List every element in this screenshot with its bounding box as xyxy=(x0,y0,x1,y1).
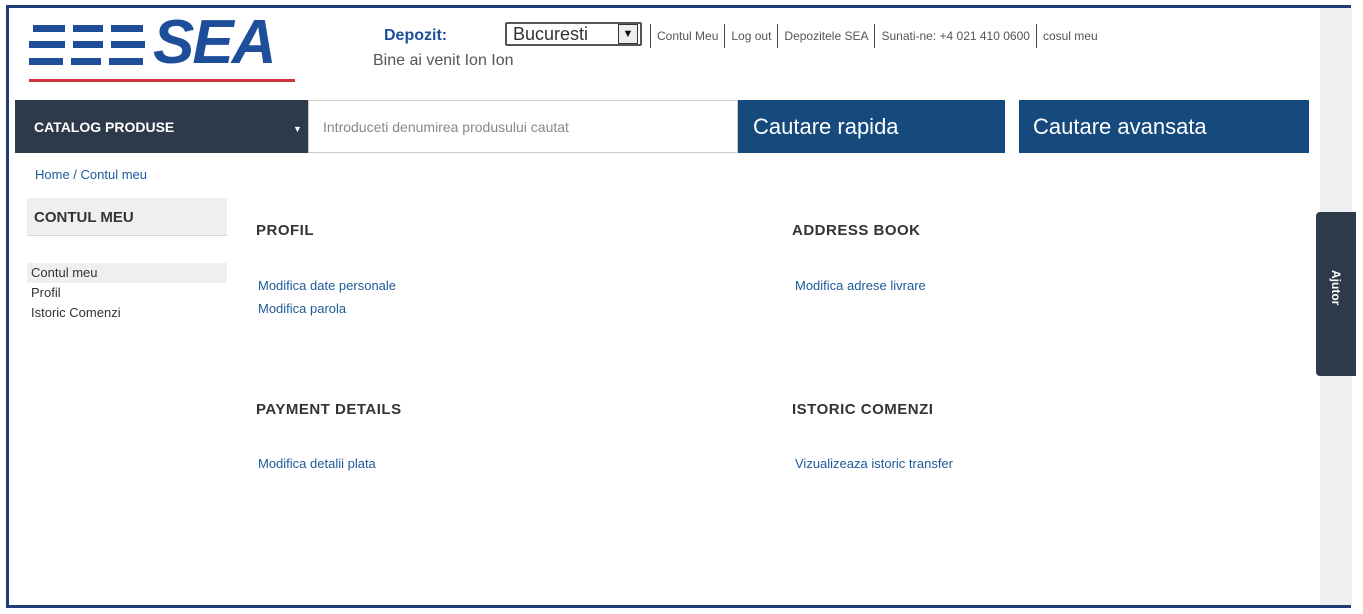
depozit-select-value: Bucuresti xyxy=(513,23,589,44)
sidebar-title: CONTUL MEU xyxy=(27,198,227,236)
sidebar-item-contul-meu[interactable]: Contul meu xyxy=(27,263,227,283)
logo-bar xyxy=(73,25,103,32)
breadcrumb-home[interactable]: Home xyxy=(35,167,70,182)
breadcrumb: Home / Contul meu xyxy=(35,167,147,182)
phone-text: Sunati-ne: +4 021 410 0600 xyxy=(881,29,1030,43)
sidebar-list: Contul meu Profil Istoric Comenzi xyxy=(27,263,227,323)
link-modifica-parola[interactable]: Modifica parola xyxy=(258,301,346,316)
section-title-payment-details: PAYMENT DETAILS xyxy=(256,401,402,418)
logo-text: SEA xyxy=(153,8,276,77)
top-links: Contul Meu Log out Depozitele SEA Sunati… xyxy=(650,24,1104,48)
link-contul-meu[interactable]: Contul Meu xyxy=(651,29,724,43)
sidebar-item-istoric-comenzi[interactable]: Istoric Comenzi xyxy=(27,303,227,323)
link-cosul-meu[interactable]: cosul meu xyxy=(1037,29,1104,43)
section-title-profil: PROFIL xyxy=(256,222,314,239)
logo-bar xyxy=(109,58,143,65)
link-log-out[interactable]: Log out xyxy=(725,29,777,43)
sea-logo[interactable]: SEA xyxy=(25,8,300,87)
sidebar-item-profil[interactable]: Profil xyxy=(27,283,227,303)
depozit-label: Depozit: xyxy=(384,27,448,44)
section-title-istoric-comenzi: ISTORIC COMENZI xyxy=(792,401,934,418)
welcome-text: Bine ai venit Ion Ion xyxy=(373,52,514,69)
catalog-dropdown[interactable]: CATALOG PRODUSE ▼ xyxy=(15,100,308,153)
catalog-label: CATALOG PRODUSE xyxy=(34,118,175,135)
breadcrumb-separator: / xyxy=(69,167,81,182)
search-placeholder: Introduceti denumirea produsului cautat xyxy=(323,118,569,135)
link-vizualizeaza-istoric-transfer[interactable]: Vizualizeaza istoric transfer xyxy=(795,456,953,471)
help-tab-label: Ajutor xyxy=(1329,270,1343,306)
caret-down-icon: ▼ xyxy=(293,124,302,134)
link-depozitele-sea[interactable]: Depozitele SEA xyxy=(778,29,874,43)
link-modifica-adrese-livrare[interactable]: Modifica adrese livrare xyxy=(795,278,926,293)
logo-bar xyxy=(29,41,65,48)
logo-bar xyxy=(71,58,101,65)
logo-bar xyxy=(73,41,103,48)
section-title-address-book: ADDRESS BOOK xyxy=(792,222,921,239)
logo-bar xyxy=(29,58,63,65)
chevron-down-icon[interactable]: ▼ xyxy=(618,24,638,44)
quick-search-button[interactable]: Cautare rapida xyxy=(738,100,1005,153)
link-modifica-date-personale[interactable]: Modifica date personale xyxy=(258,278,396,293)
depozit-select[interactable]: Bucuresti ▼ xyxy=(505,22,642,46)
logo-underline xyxy=(29,79,295,82)
logo-bar xyxy=(33,25,65,32)
logo-bar xyxy=(111,25,143,32)
advanced-search-button[interactable]: Cautare avansata xyxy=(1019,100,1309,153)
search-input[interactable]: Introduceti denumirea produsului cautat xyxy=(308,100,738,153)
help-tab[interactable]: Ajutor xyxy=(1316,212,1356,376)
breadcrumb-current[interactable]: Contul meu xyxy=(81,167,147,182)
link-modifica-detalii-plata[interactable]: Modifica detalii plata xyxy=(258,456,376,471)
logo-bar xyxy=(111,41,145,48)
